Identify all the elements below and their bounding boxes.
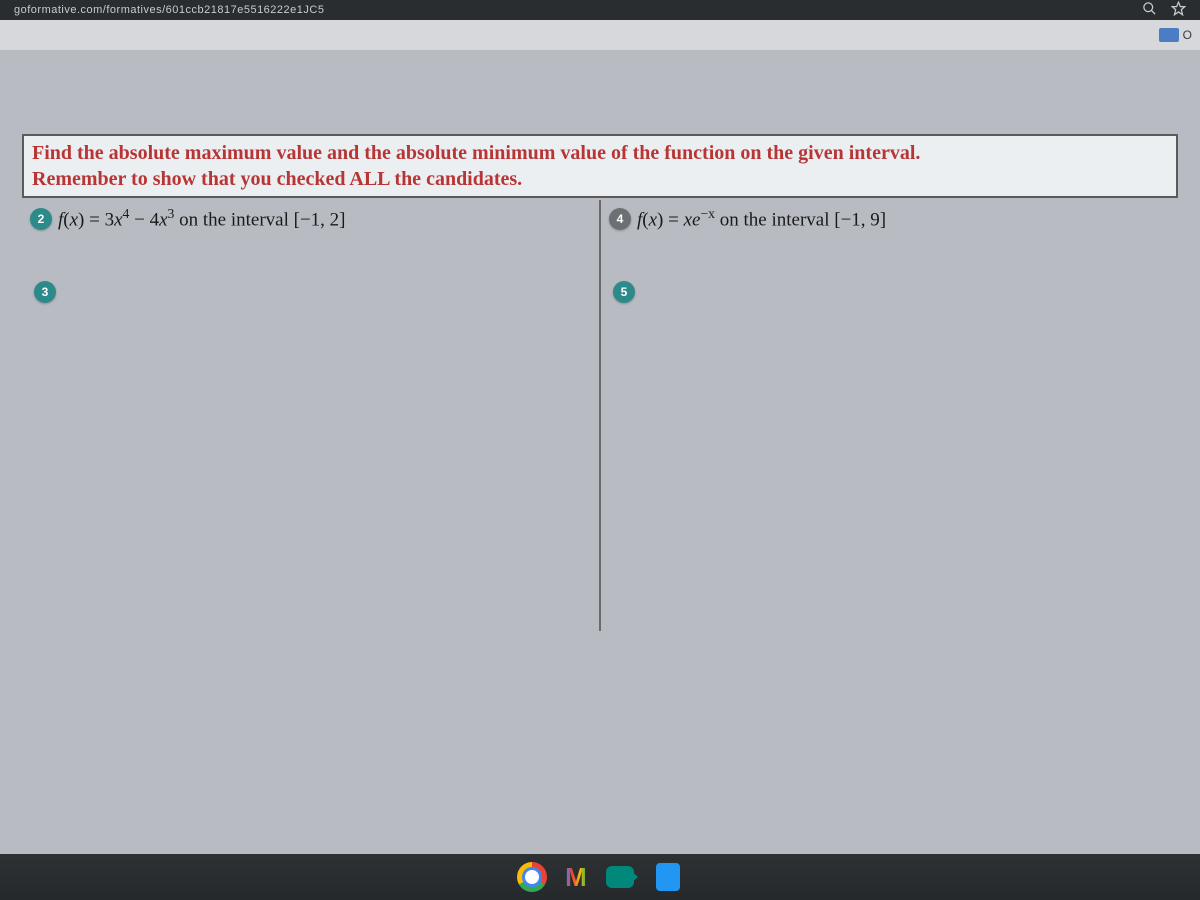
- search-icon[interactable]: [1142, 1, 1157, 20]
- column-left: 2 f(x) = 3x4 − 4x3 on the interval [−1, …: [22, 200, 601, 631]
- page-content: Find the absolute maximum value and the …: [0, 50, 1200, 631]
- os-taskbar: M: [0, 854, 1200, 900]
- browser-toolbar-icons: [1142, 1, 1186, 20]
- badge-3[interactable]: 3: [34, 281, 56, 303]
- chrome-icon[interactable]: [517, 862, 547, 892]
- problem-5: 5: [609, 279, 1170, 303]
- star-icon[interactable]: [1171, 1, 1186, 20]
- instruction-box: Find the absolute maximum value and the …: [22, 134, 1178, 198]
- problem-4-formula: f(x) = xe−x on the interval [−1, 9]: [637, 206, 886, 231]
- address-url: goformative.com/formatives/601ccb21817e5…: [14, 4, 324, 16]
- instruction-line-1: Find the absolute maximum value and the …: [32, 140, 1168, 166]
- problem-2: 2 f(x) = 3x4 − 4x3 on the interval [−1, …: [30, 206, 591, 231]
- problem-2-formula: f(x) = 3x4 − 4x3 on the interval [−1, 2]: [58, 206, 346, 231]
- badge-2[interactable]: 2: [30, 208, 52, 230]
- instruction-line-2: Remember to show that you checked ALL th…: [32, 166, 1168, 192]
- folder-icon[interactable]: [1159, 28, 1179, 42]
- gmail-icon[interactable]: M: [565, 862, 587, 893]
- bookmarks-bar: O: [0, 20, 1200, 50]
- problem-4: 4 f(x) = xe−x on the interval [−1, 9]: [609, 206, 1170, 231]
- folder-label: O: [1183, 28, 1192, 42]
- meet-icon[interactable]: [605, 862, 635, 892]
- badge-4[interactable]: 4: [609, 208, 631, 230]
- badge-5[interactable]: 5: [613, 281, 635, 303]
- browser-address-bar: goformative.com/formatives/601ccb21817e5…: [0, 0, 1200, 20]
- files-icon[interactable]: [653, 862, 683, 892]
- column-right: 4 f(x) = xe−x on the interval [−1, 9] 5: [601, 200, 1178, 631]
- problems-grid: 2 f(x) = 3x4 − 4x3 on the interval [−1, …: [22, 200, 1178, 631]
- problem-3: 3: [30, 279, 591, 303]
